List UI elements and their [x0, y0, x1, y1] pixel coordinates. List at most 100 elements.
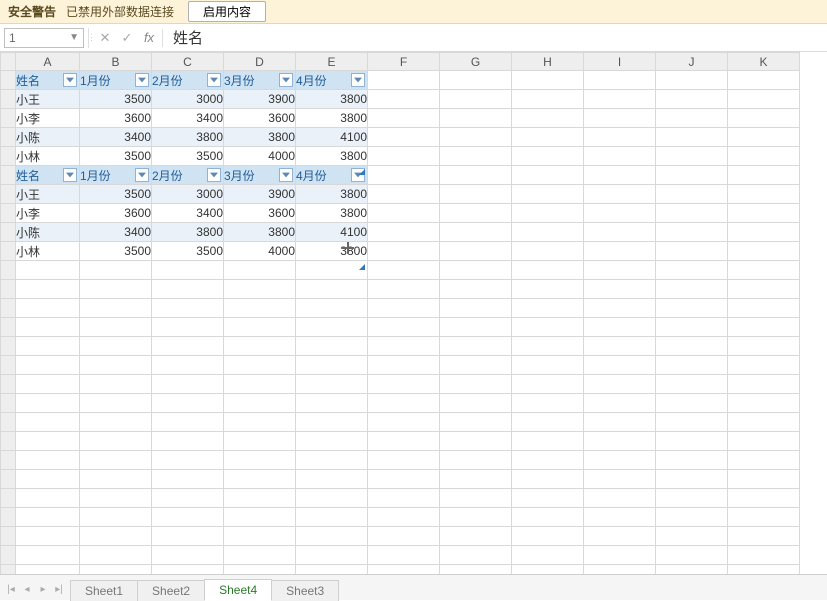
empty-cell[interactable] — [656, 147, 728, 166]
empty-cell[interactable] — [584, 508, 656, 527]
table-cell-value[interactable]: 3500 — [80, 90, 152, 109]
table-cell-value[interactable]: 3400 — [80, 223, 152, 242]
row-header-10[interactable] — [1, 242, 16, 261]
sheet-nav-last-icon[interactable]: ▸| — [52, 582, 66, 596]
empty-cell[interactable] — [152, 375, 224, 394]
empty-cell[interactable] — [728, 280, 800, 299]
empty-cell[interactable] — [656, 489, 728, 508]
empty-cell[interactable] — [368, 223, 440, 242]
table-cell-value[interactable]: 3500 — [152, 242, 224, 261]
empty-cell[interactable] — [224, 565, 296, 575]
empty-cell[interactable] — [368, 109, 440, 128]
empty-cell[interactable] — [440, 90, 512, 109]
empty-cell[interactable] — [728, 394, 800, 413]
empty-cell[interactable] — [16, 299, 80, 318]
empty-cell[interactable] — [656, 565, 728, 575]
empty-cell[interactable] — [224, 356, 296, 375]
row-header-21[interactable] — [1, 451, 16, 470]
empty-cell[interactable] — [224, 413, 296, 432]
empty-cell[interactable] — [440, 109, 512, 128]
empty-cell[interactable] — [224, 527, 296, 546]
empty-cell[interactable] — [728, 546, 800, 565]
empty-cell[interactable] — [656, 71, 728, 90]
empty-cell[interactable] — [512, 337, 584, 356]
empty-cell[interactable] — [584, 394, 656, 413]
empty-cell[interactable] — [152, 470, 224, 489]
empty-cell[interactable] — [656, 166, 728, 185]
empty-cell[interactable] — [512, 71, 584, 90]
formula-input[interactable]: 姓名 — [165, 27, 827, 48]
empty-cell[interactable] — [368, 470, 440, 489]
table-cell-value[interactable]: 4100 — [296, 128, 368, 147]
empty-cell[interactable] — [512, 280, 584, 299]
row-header-15[interactable] — [1, 337, 16, 356]
empty-cell[interactable] — [16, 470, 80, 489]
empty-cell[interactable] — [296, 299, 368, 318]
empty-cell[interactable] — [296, 432, 368, 451]
empty-cell[interactable] — [296, 508, 368, 527]
filter-dropdown-icon[interactable] — [63, 168, 77, 182]
empty-cell[interactable] — [16, 280, 80, 299]
empty-cell[interactable] — [224, 261, 296, 280]
table-cell-value[interactable]: 4000 — [224, 147, 296, 166]
table-cell-value[interactable]: 3900 — [224, 90, 296, 109]
table-cell-value[interactable]: 3600 — [80, 109, 152, 128]
empty-cell[interactable] — [152, 451, 224, 470]
select-all-corner[interactable] — [1, 53, 16, 71]
table-header-cell[interactable]: 姓名 — [16, 166, 80, 185]
row-header-6[interactable] — [1, 166, 16, 185]
empty-cell[interactable] — [80, 489, 152, 508]
name-box[interactable]: 1 ▼ — [4, 28, 84, 48]
empty-cell[interactable] — [656, 223, 728, 242]
filter-dropdown-icon[interactable] — [207, 168, 221, 182]
table-cell-value[interactable]: 4000 — [224, 242, 296, 261]
empty-cell[interactable] — [440, 280, 512, 299]
empty-cell[interactable] — [440, 394, 512, 413]
empty-cell[interactable] — [152, 413, 224, 432]
empty-cell[interactable] — [440, 166, 512, 185]
empty-cell[interactable] — [368, 565, 440, 575]
empty-cell[interactable] — [440, 375, 512, 394]
empty-cell[interactable] — [656, 242, 728, 261]
empty-cell[interactable] — [728, 318, 800, 337]
empty-cell[interactable] — [728, 451, 800, 470]
row-header-3[interactable] — [1, 109, 16, 128]
empty-cell[interactable] — [224, 508, 296, 527]
table-cell-value[interactable]: 3500 — [152, 147, 224, 166]
empty-cell[interactable] — [368, 185, 440, 204]
empty-cell[interactable] — [440, 223, 512, 242]
empty-cell[interactable] — [368, 394, 440, 413]
empty-cell[interactable] — [440, 546, 512, 565]
empty-cell[interactable] — [512, 546, 584, 565]
empty-cell[interactable] — [224, 280, 296, 299]
column-header-G[interactable]: G — [440, 53, 512, 71]
empty-cell[interactable] — [440, 71, 512, 90]
empty-cell[interactable] — [368, 90, 440, 109]
empty-cell[interactable] — [16, 413, 80, 432]
empty-cell[interactable] — [656, 470, 728, 489]
row-header-24[interactable] — [1, 508, 16, 527]
empty-cell[interactable] — [512, 185, 584, 204]
empty-cell[interactable] — [728, 90, 800, 109]
empty-cell[interactable] — [16, 565, 80, 575]
empty-cell[interactable] — [584, 565, 656, 575]
empty-cell[interactable] — [656, 451, 728, 470]
empty-cell[interactable] — [152, 280, 224, 299]
empty-cell[interactable] — [728, 432, 800, 451]
filter-dropdown-icon[interactable] — [279, 73, 293, 87]
empty-cell[interactable] — [440, 337, 512, 356]
empty-cell[interactable] — [80, 375, 152, 394]
table-cell-value[interactable]: 3400 — [80, 128, 152, 147]
empty-cell[interactable] — [728, 204, 800, 223]
empty-cell[interactable] — [224, 546, 296, 565]
empty-cell[interactable] — [368, 242, 440, 261]
empty-cell[interactable] — [368, 489, 440, 508]
empty-cell[interactable] — [656, 356, 728, 375]
table-cell-value[interactable]: 3900 — [224, 185, 296, 204]
empty-cell[interactable] — [728, 508, 800, 527]
table-cell-value[interactable]: 3800 — [152, 223, 224, 242]
empty-cell[interactable] — [512, 565, 584, 575]
empty-cell[interactable] — [440, 242, 512, 261]
empty-cell[interactable] — [296, 394, 368, 413]
empty-cell[interactable] — [224, 394, 296, 413]
